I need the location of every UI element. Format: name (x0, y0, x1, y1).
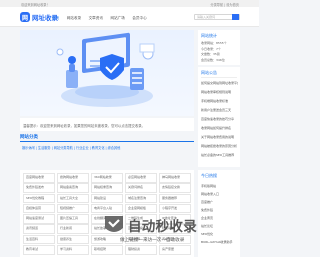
site-link-cell[interactable]: 搜狗网站收录 (57, 173, 89, 183)
site-link-cell[interactable]: 自媒体运营 (23, 203, 55, 214)
site-link-cell[interactable]: 小程序开发 (159, 203, 191, 214)
hero-illustration (56, 32, 155, 107)
nav-articles[interactable]: 文章资讯 (89, 16, 103, 21)
announce-item[interactable]: 新用户注册送会员三天 (201, 108, 238, 112)
hot-search-item[interactable]: 网站收录入口 (201, 192, 238, 196)
announce-divider (201, 77, 237, 78)
announce-item[interactable]: 网站被拒绝收录的原因分析 (201, 144, 238, 148)
site-link-cell[interactable]: 服务器推荐 (159, 193, 191, 204)
site-link-cell[interactable]: 站长工具大全 (57, 193, 89, 204)
stats-title: 网站统计 (201, 33, 217, 38)
category-links[interactable]: 娱乐休闲 | 生活服务 | 网站分类导航 | 行业企业 | 教育文化 | 综合其… (22, 145, 120, 150)
stats-panel: 网站统计 收录网站：8555个 今日收录：7个 文章数：35篇 会员总数：346… (198, 30, 240, 65)
hot-search-item[interactable]: BURL-GitHub收录助手 (201, 240, 238, 244)
site-link-cell[interactable]: 旅游攻略 (91, 234, 123, 245)
hot-search-item[interactable]: 手机版网站 (201, 184, 238, 188)
hot-search-panel: 今日热搜 手机版网站 网站收录入口 百度推广 免费外链 企业黄页 站长论坛 SE… (198, 170, 240, 257)
top-bar: 欢迎来到网址收录！ 分类导航 | 设为首页 (0, 0, 259, 7)
category-title: 网站分类 (20, 135, 38, 140)
site-link-cell[interactable]: 美食推荐 (125, 234, 157, 245)
site-link-cell[interactable]: 图片压缩工具 (57, 214, 89, 224)
site-link-cell[interactable]: 在线翻译 (91, 214, 123, 224)
site-link-cell[interactable]: 免费外链发布 (23, 183, 55, 193)
category-divider (20, 141, 194, 142)
notice-text: 温馨提示：欢迎您来到网址收录，如果您的网站未被收录，您可以点击提交收录。 (23, 124, 146, 128)
announce-item[interactable]: 百度快速收录的技巧分享 (201, 117, 238, 121)
hot-search-item[interactable]: SEO优化 (201, 232, 238, 236)
nav-submit[interactable]: 网站收录 (67, 16, 81, 21)
notice-bar: 温馨提示：欢迎您来到网址收录，如果您的网站未被收录，您可以点击提交收录。 (20, 118, 194, 131)
stats-row: 收录网站：8555个 (201, 41, 227, 45)
site-link-cell[interactable]: 必应网站收录 (125, 173, 157, 183)
site-link-cell[interactable]: 站长故事 (91, 224, 123, 234)
site-link-cell[interactable]: 互联网观察 (125, 224, 157, 234)
nav-square[interactable]: 网站广场 (110, 16, 124, 21)
site-header: 网 网址收录 首页 网站收录 文章资讯 网站广场 会员中心 请输入关键词 (0, 7, 259, 27)
site-link-cell[interactable]: 房产家居 (159, 245, 191, 255)
site-link-cell[interactable]: 网站权重查询 (91, 183, 123, 193)
site-link-cell[interactable]: 理财投资 (125, 245, 157, 255)
search-placeholder: 请输入关键词 (197, 15, 216, 19)
site-link-cell[interactable]: 友情链接交换 (159, 183, 191, 193)
hot-search-title: 今日热搜 (201, 173, 217, 178)
announce-title: 网站公告 (201, 70, 217, 75)
announce-item[interactable]: 网站收录审核规则说明 (201, 90, 238, 94)
stats-row: 文章数：35篇 (201, 52, 220, 56)
hot-search-item[interactable]: 站长论坛 (201, 224, 238, 228)
hero-banner (20, 30, 194, 116)
site-link-cell[interactable]: 短视频推广 (57, 203, 89, 214)
site-link-cell[interactable]: 汽车频道 (159, 234, 191, 245)
logo-icon: 网 (20, 12, 30, 22)
site-link-cell[interactable]: 行业新闻 (57, 224, 89, 234)
site-link-cell[interactable]: IP地址查询 (159, 214, 191, 224)
site-link-cell[interactable]: 学习资料 (57, 245, 89, 255)
site-link-cell[interactable]: 健康养生 (57, 234, 89, 245)
hot-search-item[interactable]: 百度推广 (201, 200, 238, 204)
site-link-cell[interactable]: 360网站收录 (91, 173, 123, 183)
site-link-cell[interactable]: 域名注册查询 (125, 193, 157, 204)
main-nav: 首页 网站收录 文章资讯 网站广场 会员中心 (52, 16, 154, 21)
site-link-cell[interactable]: 网站建设 (91, 193, 123, 204)
site-link-cell[interactable]: 网站速度测试 (23, 214, 55, 224)
stats-row: 今日收录：7个 (201, 46, 221, 51)
site-grid-cells: 百度网站收录 搜狗网站收录 360网站收录 必应网站收录 神马网站收录免费外链发布 网站备… (23, 173, 191, 255)
site-link-cell[interactable]: 企业官网模板 (125, 203, 157, 214)
announce-item[interactable]: 站长必备的SEO工具推荐 (201, 153, 238, 157)
announce-item[interactable]: 收录网站如何提升排名 (201, 126, 238, 130)
welcome-text: 欢迎来到网址收录！ (21, 2, 50, 7)
site-link-cell[interactable]: 网站备案查询 (57, 183, 89, 193)
site-link-cell[interactable]: 百度网站收录 (23, 173, 55, 183)
search-input[interactable]: 请输入关键词 (194, 14, 240, 20)
announce-item[interactable]: 关于网站收录费用的说明 (201, 135, 238, 139)
site-link-cell[interactable]: 资讯频道 (23, 224, 55, 234)
stats-row: 会员总数：346位 (201, 57, 225, 62)
search-button[interactable] (232, 14, 239, 20)
site-link-cell[interactable]: 科技动态 (159, 224, 191, 234)
site-link-cell[interactable]: 职场招聘 (91, 245, 123, 255)
site-link-cell[interactable]: SEO优化教程 (23, 193, 55, 204)
site-grid: 百度网站收录 搜狗网站收录 360网站收录 必应网站收录 神马网站收录免费外链发布 网站备… (20, 170, 194, 257)
site-link-cell[interactable]: 生活百科 (23, 234, 55, 245)
nav-home[interactable]: 首页 (52, 16, 59, 21)
site-link-cell[interactable]: 二维码生成 (125, 214, 157, 224)
site-link-cell[interactable]: 神马网站收录 (159, 173, 191, 183)
hot-search-item[interactable]: 免费外链 (201, 208, 238, 212)
announce-item[interactable]: 手机端网站收录标准 (201, 99, 238, 103)
hot-search-item[interactable]: 企业黄页 (201, 216, 238, 220)
site-link-cell[interactable]: 电商平台入驻 (91, 203, 123, 214)
announcement-panel: 网站公告 如何提交网站到网址收录平台 网站收录审核规则说明 手机端网站收录标准 … (198, 67, 240, 167)
nav-member[interactable]: 会员中心 (132, 16, 146, 21)
top-links[interactable]: 分类导航 | 设为首页 (210, 2, 239, 7)
site-link-cell[interactable]: 关键词排名 (125, 183, 157, 193)
announce-item[interactable]: 如何提交网站到网址收录平台 (201, 81, 238, 85)
site-link-cell[interactable]: 教育考试 (23, 245, 55, 255)
